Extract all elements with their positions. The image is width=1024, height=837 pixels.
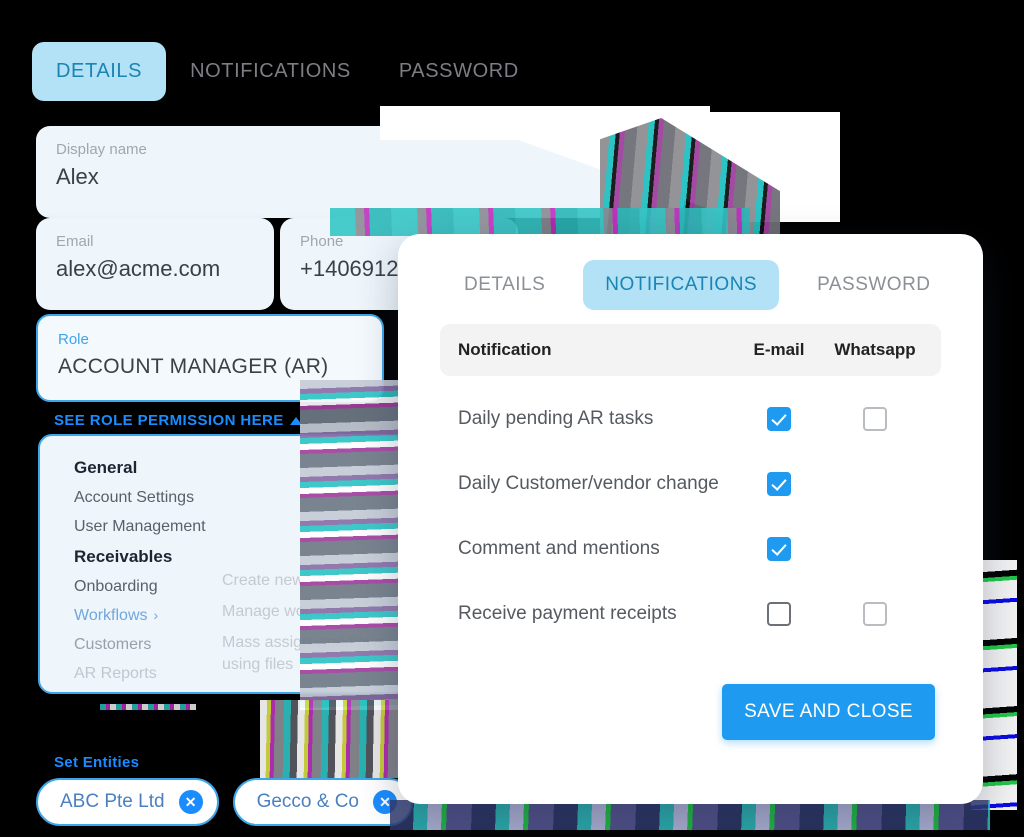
permission-sub-mass-assign-workflows[interactable]: Mass assign workflows using files [222,632,392,676]
display-name-field[interactable]: Display name Alex [36,126,684,218]
email-checkbox-cell [731,601,827,626]
email-checkbox[interactable] [767,471,791,496]
table-row: Daily pending AR tasks [440,386,941,451]
permission-item-account-settings[interactable]: Account Settings [74,483,222,512]
permission-sub-create-new-workflows[interactable]: Create new workflows [222,570,392,592]
role-value: ACCOUNT MANAGER (AR) [58,355,329,378]
table-header-row: Notification E-mail Whatsapp [440,324,941,376]
display-name-label: Display name [56,141,147,158]
permission-column-primary: General Account Settings User Management… [74,452,222,688]
permission-group-receivables: Receivables [74,547,173,566]
notifications-table: Notification E-mail Whatsapp Daily pendi… [440,324,941,646]
email-checkbox[interactable] [767,536,791,561]
whatsapp-checkbox[interactable] [863,406,887,431]
column-header-email: E-mail [753,340,805,359]
entity-chip-list: ABC Pte Ltd ✕ Gecco & Co ✕ [36,778,413,826]
notification-name: Daily Customer/vendor change [458,472,719,494]
save-row: SAVE AND CLOSE [722,684,935,740]
table-row: Comment and mentions [440,516,941,581]
email-field[interactable]: Email alex@acme.com [36,218,274,310]
column-header-notification: Notification [458,340,552,359]
chevron-right-icon: › [153,607,159,623]
permission-column-sub: Create new workflows Manage workflows Ma… [222,452,392,688]
tab-notifications[interactable]: NOTIFICATIONS [166,42,375,101]
role-field[interactable]: Role ACCOUNT MANAGER (AR) [36,314,384,402]
notification-name: Daily pending AR tasks [458,407,654,429]
tab-details[interactable]: DETAILS [442,260,567,310]
email-checkbox-cell [731,471,827,496]
whatsapp-checkbox-cell [827,406,923,431]
permission-item-workflows[interactable]: Workflows › [74,601,222,630]
email-value: alex@acme.com [56,256,221,281]
permission-item-ar-reports[interactable]: AR Reports [74,659,222,688]
email-checkbox[interactable] [767,406,791,431]
permission-group-general: General [74,458,138,477]
set-entities-label: Set Entities [54,754,140,771]
display-name-value: Alex [56,164,99,189]
table-row: Daily Customer/vendor change [440,451,941,516]
entity-chip-label: ABC Pte Ltd [60,791,165,812]
notification-name: Receive payment receipts [458,602,677,624]
permission-item-customers[interactable]: Customers [74,630,222,659]
table-row: Receive payment receipts [440,581,941,646]
column-header-whatsapp: Whatsapp [834,340,916,359]
close-circle-icon[interactable]: ✕ [178,790,203,814]
entity-chip-label: Gecco & Co [256,791,359,812]
close-circle-icon[interactable]: ✕ [373,790,397,814]
chevron-up-icon [289,416,302,425]
whatsapp-checkbox-cell [827,601,923,626]
email-checkbox-cell [731,406,827,431]
email-label: Email [56,233,94,250]
permission-item-workflows-label: Workflows [74,607,148,624]
role-permission-panel: General Account Settings User Management… [38,434,406,694]
permission-item-onboarding[interactable]: Onboarding [74,572,222,601]
save-and-close-button[interactable]: SAVE AND CLOSE [722,684,935,740]
permission-item-user-management[interactable]: User Management [74,512,222,541]
tab-password[interactable]: PASSWORD [795,260,952,310]
tab-password[interactable]: PASSWORD [375,42,543,101]
whatsapp-checkbox[interactable] [863,601,887,626]
notification-name: Comment and mentions [458,537,660,559]
role-label: Role [58,331,89,348]
see-role-permission-toggle[interactable]: SEE ROLE PERMISSION HERE [54,412,302,429]
compression-artifact [390,800,990,830]
tab-notifications[interactable]: NOTIFICATIONS [583,260,780,310]
email-checkbox-cell [731,536,827,561]
tab-details[interactable]: DETAILS [32,42,167,101]
see-role-permission-label: SEE ROLE PERMISSION HERE [54,412,284,429]
notifications-panel: DETAILS NOTIFICATIONS PASSWORD Notificat… [398,234,983,804]
details-tabbar: DETAILS NOTIFICATIONS PASSWORD [32,42,543,101]
permission-sub-manage-workflows[interactable]: Manage workflows [222,601,392,623]
email-checkbox[interactable] [767,601,791,626]
notifications-tabbar: DETAILS NOTIFICATIONS PASSWORD [442,260,941,310]
entity-chip-gecco-and-co[interactable]: Gecco & Co ✕ [232,778,413,826]
entity-chip-abc-pte-ltd[interactable]: ABC Pte Ltd ✕ [36,778,219,826]
